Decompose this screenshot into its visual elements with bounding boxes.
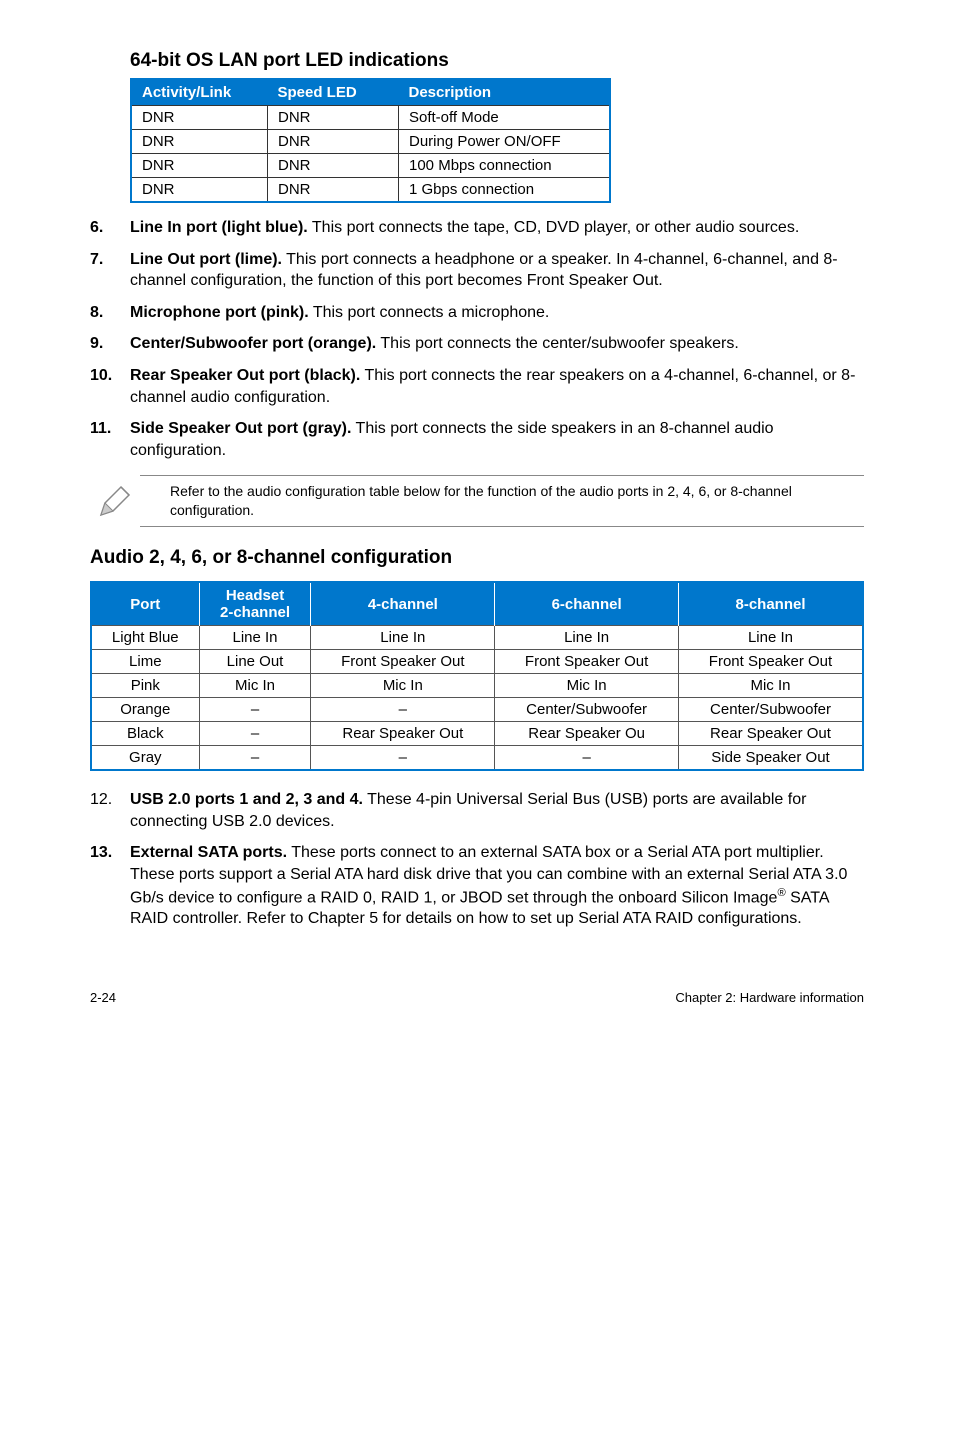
table-cell: Center/Subwoofer xyxy=(679,698,864,722)
table-cell: Front Speaker Out xyxy=(679,650,864,674)
audio-th-1: Headset2-channel xyxy=(199,582,311,626)
footer-left: 2-24 xyxy=(90,990,116,1005)
item-number: 13. xyxy=(90,842,130,930)
page-footer: 2-24 Chapter 2: Hardware information xyxy=(90,990,864,1005)
list-item: 10.Rear Speaker Out port (black). This p… xyxy=(90,365,864,408)
item-body: External SATA ports. These ports connect… xyxy=(130,842,864,930)
item-body: Rear Speaker Out port (black). This port… xyxy=(130,365,864,408)
ports-list-a: 6.Line In port (light blue). This port c… xyxy=(90,217,864,461)
item-number: 8. xyxy=(90,302,130,324)
table-cell: Line In xyxy=(495,626,679,650)
table-cell: Black xyxy=(91,722,199,746)
table-cell: Light Blue xyxy=(91,626,199,650)
item-number: 6. xyxy=(90,217,130,239)
led-th-0: Activity/Link xyxy=(131,79,268,106)
table-cell: DNR xyxy=(268,178,399,203)
table-cell: Front Speaker Out xyxy=(311,650,495,674)
item-number: 7. xyxy=(90,249,130,292)
table-cell: Rear Speaker Out xyxy=(311,722,495,746)
audio-th-4: 8-channel xyxy=(679,582,864,626)
table-cell: Pink xyxy=(91,674,199,698)
table-cell: – xyxy=(199,698,311,722)
table-cell: 1 Gbps connection xyxy=(399,178,611,203)
table-row: DNRDNR100 Mbps connection xyxy=(131,154,610,178)
table-cell: Mic In xyxy=(679,674,864,698)
item-body: Microphone port (pink). This port connec… xyxy=(130,302,864,324)
table-cell: DNR xyxy=(268,154,399,178)
table-cell: Mic In xyxy=(199,674,311,698)
table-row: Orange––Center/SubwooferCenter/Subwoofer xyxy=(91,698,863,722)
item-body: Line In port (light blue). This port con… xyxy=(130,217,864,239)
list-item: 11.Side Speaker Out port (gray). This po… xyxy=(90,418,864,461)
table-cell: DNR xyxy=(268,106,399,130)
table-row: PinkMic InMic InMic InMic In xyxy=(91,674,863,698)
audio-table: Port Headset2-channel 4-channel 6-channe… xyxy=(90,581,864,771)
table-row: DNRDNRDuring Power ON/OFF xyxy=(131,130,610,154)
table-cell: – xyxy=(199,722,311,746)
table-cell: 100 Mbps connection xyxy=(399,154,611,178)
table-cell: Mic In xyxy=(495,674,679,698)
table-cell: – xyxy=(199,746,311,771)
led-tbody: DNRDNRSoft-off ModeDNRDNRDuring Power ON… xyxy=(131,106,610,203)
table-row: Gray–––Side Speaker Out xyxy=(91,746,863,771)
table-cell: Line In xyxy=(679,626,864,650)
table-row: DNRDNRSoft-off Mode xyxy=(131,106,610,130)
item-body: Center/Subwoofer port (orange). This por… xyxy=(130,333,864,355)
table-cell: DNR xyxy=(131,106,268,130)
audio-tbody: Light BlueLine InLine InLine InLine InLi… xyxy=(91,626,863,771)
item-number: 12. xyxy=(90,789,130,832)
table-cell: Line In xyxy=(311,626,495,650)
note-text: Refer to the audio configuration table b… xyxy=(170,482,864,520)
list-item: 13.External SATA ports. These ports conn… xyxy=(90,842,864,930)
table-cell: Front Speaker Out xyxy=(495,650,679,674)
table-cell: Line Out xyxy=(199,650,311,674)
pencil-icon xyxy=(90,481,140,521)
led-table-title: 64-bit OS LAN port LED indications xyxy=(130,50,864,72)
table-row: DNRDNR1 Gbps connection xyxy=(131,178,610,203)
table-cell: DNR xyxy=(131,130,268,154)
item-number: 11. xyxy=(90,418,130,461)
table-cell: Side Speaker Out xyxy=(679,746,864,771)
list-item: 12.USB 2.0 ports 1 and 2, 3 and 4. These… xyxy=(90,789,864,832)
table-cell: – xyxy=(311,698,495,722)
ports-list-b: 12.USB 2.0 ports 1 and 2, 3 and 4. These… xyxy=(90,789,864,930)
item-body: Line Out port (lime). This port connects… xyxy=(130,249,864,292)
table-cell: – xyxy=(311,746,495,771)
table-cell: Mic In xyxy=(311,674,495,698)
table-cell: Lime xyxy=(91,650,199,674)
footer-right: Chapter 2: Hardware information xyxy=(675,990,864,1005)
audio-th-0: Port xyxy=(91,582,199,626)
note-row: Refer to the audio configuration table b… xyxy=(90,475,864,527)
audio-th-2: 4-channel xyxy=(311,582,495,626)
table-cell: – xyxy=(495,746,679,771)
led-table: Activity/Link Speed LED Description DNRD… xyxy=(130,78,611,203)
list-item: 9.Center/Subwoofer port (orange). This p… xyxy=(90,333,864,355)
table-cell: Rear Speaker Out xyxy=(679,722,864,746)
item-body: Side Speaker Out port (gray). This port … xyxy=(130,418,864,461)
list-item: 8.Microphone port (pink). This port conn… xyxy=(90,302,864,324)
table-cell: Line In xyxy=(199,626,311,650)
list-item: 6.Line In port (light blue). This port c… xyxy=(90,217,864,239)
item-body: USB 2.0 ports 1 and 2, 3 and 4. These 4-… xyxy=(130,789,864,832)
table-cell: Rear Speaker Ou xyxy=(495,722,679,746)
table-cell: During Power ON/OFF xyxy=(399,130,611,154)
item-number: 10. xyxy=(90,365,130,408)
list-item: 7.Line Out port (lime). This port connec… xyxy=(90,249,864,292)
table-cell: Center/Subwoofer xyxy=(495,698,679,722)
table-cell: Gray xyxy=(91,746,199,771)
table-row: LimeLine OutFront Speaker OutFront Speak… xyxy=(91,650,863,674)
table-cell: DNR xyxy=(131,178,268,203)
table-row: Black–Rear Speaker OutRear Speaker OuRea… xyxy=(91,722,863,746)
audio-table-title: Audio 2, 4, 6, or 8-channel configuratio… xyxy=(90,547,864,569)
table-cell: Orange xyxy=(91,698,199,722)
table-cell: DNR xyxy=(268,130,399,154)
led-th-2: Description xyxy=(399,79,611,106)
table-row: Light BlueLine InLine InLine InLine In xyxy=(91,626,863,650)
audio-th-3: 6-channel xyxy=(495,582,679,626)
led-th-1: Speed LED xyxy=(268,79,399,106)
table-cell: Soft-off Mode xyxy=(399,106,611,130)
table-cell: DNR xyxy=(131,154,268,178)
item-number: 9. xyxy=(90,333,130,355)
